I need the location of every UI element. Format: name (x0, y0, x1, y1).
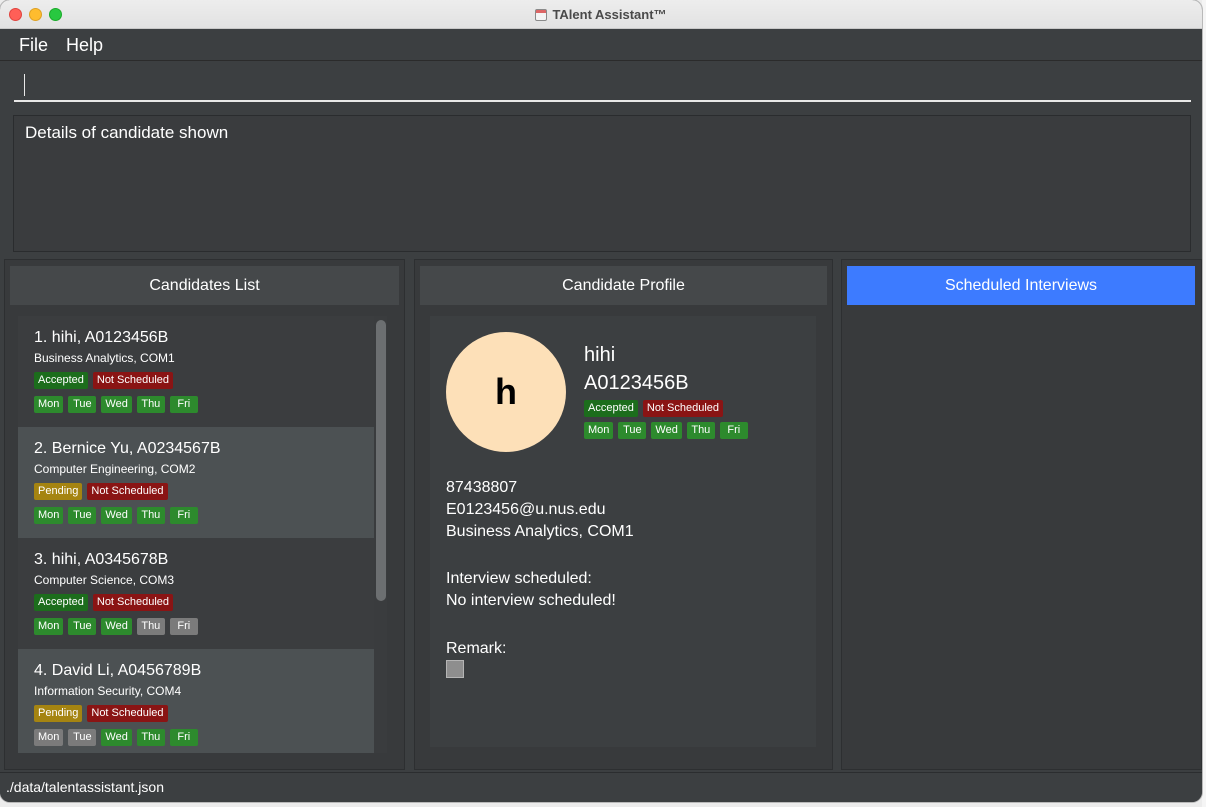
candidate-card[interactable]: 2. Bernice Yu, A0234567B Computer Enginee… (18, 427, 374, 538)
profile-status-tags: Accepted Not Scheduled (584, 400, 724, 418)
availability-day-tag: Fri (719, 422, 748, 439)
availability-day-tag: Fri (169, 396, 198, 413)
menu-help[interactable]: Help (66, 35, 103, 56)
menu-file[interactable]: File (19, 35, 48, 56)
candidate-status-tags: Accepted Not Scheduled (34, 594, 374, 612)
application-status-badge: Accepted (34, 594, 88, 611)
candidates-list-header: Candidates List (10, 266, 399, 305)
candidate-availability-tags: Mon Tue Wed Thu Fri (34, 729, 374, 747)
candidate-profile-header: Candidate Profile (420, 266, 827, 305)
application-status-badge: Accepted (584, 400, 638, 417)
candidate-name: 2. Bernice Yu, A0234567B (34, 440, 221, 457)
candidate-status-tags: Pending Not Scheduled (34, 705, 374, 723)
candidate-course: Computer Science, COM3 (34, 573, 175, 587)
candidate-status-tags: Accepted Not Scheduled (34, 372, 374, 390)
availability-day-tag: Wed (101, 507, 132, 524)
availability-day-tag: Fri (169, 618, 198, 635)
result-text: Details of candidate shown (25, 123, 229, 142)
avatar: h (446, 332, 566, 452)
remark-label: Remark: (446, 640, 507, 657)
window-title: TAlent Assistant™ (552, 7, 667, 22)
command-input[interactable] (14, 67, 1191, 102)
availability-day-tag: Tue (618, 422, 647, 439)
interview-status-badge: Not Scheduled (92, 372, 174, 389)
command-box (0, 61, 1202, 111)
interview-status-badge: Not Scheduled (87, 483, 168, 500)
candidate-name: 3. hihi, A0345678B (34, 551, 169, 568)
candidate-name: 1. hihi, A0123456B (34, 329, 169, 346)
availability-day-tag: Mon (34, 618, 64, 635)
availability-day-tag: Wed (101, 396, 132, 413)
application-status-badge: Accepted (34, 372, 88, 389)
candidate-availability-tags: Mon Tue Wed Thu Fri (34, 618, 374, 636)
availability-day-tag: Tue (68, 618, 97, 635)
candidate-availability-tags: Mon Tue Wed Thu Fri (34, 396, 374, 414)
availability-day-tag: Thu (136, 618, 165, 635)
candidate-list[interactable]: 1. hihi, A0123456B Business Analytics, CO… (18, 316, 387, 753)
availability-day-tag: Tue (68, 729, 97, 746)
candidate-card[interactable]: 4. David Li, A0456789B Information Securi… (18, 649, 374, 753)
menu-bar: File Help (0, 29, 1202, 61)
interview-scheduled-value: No interview scheduled! (446, 592, 616, 609)
availability-day-tag: Tue (68, 507, 97, 524)
availability-day-tag: Thu (686, 422, 715, 439)
interview-status-badge: Not Scheduled (92, 594, 174, 611)
desktop-background (1202, 0, 1206, 807)
availability-day-tag: Mon (34, 396, 64, 413)
profile-course: Business Analytics, COM1 (446, 523, 634, 540)
application-status-badge: Pending (34, 705, 83, 722)
candidate-name: 4. David Li, A0456789B (34, 662, 202, 679)
profile-email: E0123456@u.nus.edu (446, 501, 606, 518)
profile-availability-tags: Mon Tue Wed Thu Fri (584, 422, 748, 440)
application-status-badge: Pending (34, 483, 83, 500)
availability-day-tag: Thu (136, 729, 165, 746)
scrollbar-thumb[interactable] (376, 320, 386, 601)
availability-day-tag: Mon (34, 729, 64, 746)
window-title-group: TAlent Assistant™ (0, 0, 1202, 29)
result-display: Details of candidate shown (13, 115, 1191, 252)
candidate-status-tags: Pending Not Scheduled (34, 483, 374, 501)
title-bar: TAlent Assistant™ (0, 0, 1202, 29)
availability-day-tag: Mon (34, 507, 64, 524)
status-bar: ./data/talentassistant.json (0, 772, 1202, 802)
candidate-availability-tags: Mon Tue Wed Thu Fri (34, 507, 374, 525)
remark-checkbox[interactable] (446, 660, 464, 678)
app-window: TAlent Assistant™ File Help Details of c… (0, 0, 1202, 802)
candidate-course: Business Analytics, COM1 (34, 351, 175, 365)
profile-name: hihi (584, 344, 616, 366)
profile-student-id: A0123456B (584, 372, 689, 394)
save-location-path: ./data/talentassistant.json (6, 779, 164, 795)
availability-day-tag: Wed (651, 422, 682, 439)
availability-day-tag: Tue (68, 396, 97, 413)
availability-day-tag: Thu (136, 507, 165, 524)
interview-status-badge: Not Scheduled (87, 705, 168, 722)
availability-day-tag: Fri (169, 729, 198, 746)
scheduled-interviews-panel: Scheduled Interviews (841, 259, 1202, 770)
availability-day-tag: Thu (136, 396, 165, 413)
scheduled-interviews-header[interactable]: Scheduled Interviews (847, 266, 1195, 305)
availability-day-tag: Mon (584, 422, 614, 439)
profile-phone: 87438807 (446, 479, 518, 496)
candidate-card[interactable]: 3. hihi, A0345678B Computer Science, COM3… (18, 538, 374, 649)
availability-day-tag: Fri (169, 507, 198, 524)
candidate-course: Information Security, COM4 (34, 684, 182, 698)
interview-status-badge: Not Scheduled (642, 400, 724, 417)
availability-day-tag: Wed (101, 618, 132, 635)
text-caret (24, 74, 25, 96)
interview-scheduled-label: Interview scheduled: (446, 570, 592, 587)
candidate-course: Computer Engineering, COM2 (34, 462, 196, 476)
availability-day-tag: Wed (101, 729, 132, 746)
calendar-icon (535, 8, 548, 21)
candidate-card[interactable]: 1. hihi, A0123456B Business Analytics, CO… (18, 316, 374, 427)
